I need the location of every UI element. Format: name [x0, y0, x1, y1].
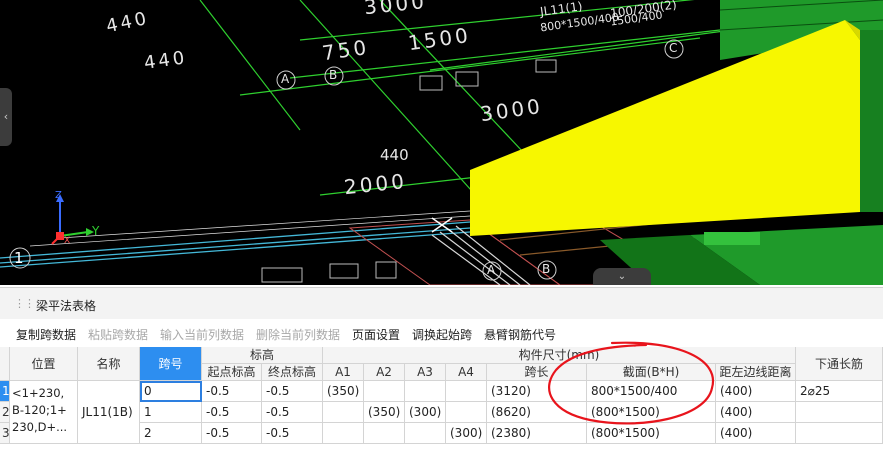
cell-a2[interactable]: [364, 423, 405, 444]
cell-a1[interactable]: [323, 423, 364, 444]
header-through-bar: 下通长筋: [796, 347, 883, 381]
cell-a3[interactable]: (300): [405, 402, 446, 423]
cell-end-elevation[interactable]: -0.5: [262, 381, 323, 402]
cell-a4[interactable]: [446, 402, 487, 423]
beam-table: 位置 名称 跨号 标高 起点标高 终点标高 构件尺寸(mm) A1 A2 A3 …: [0, 347, 883, 459]
axis-label: C: [669, 41, 678, 55]
cell-section[interactable]: 800*1500/400: [587, 381, 716, 402]
header-member-size: 构件尺寸(mm): [323, 347, 796, 364]
cell-end-elevation[interactable]: -0.5: [262, 423, 323, 444]
cell-a1[interactable]: [323, 402, 364, 423]
header-position: 位置: [10, 347, 78, 381]
axis-label: B: [329, 68, 338, 82]
chevron-left-icon: ‹: [3, 110, 9, 123]
panel-header: ⋮⋮ 梁平法表格: [0, 287, 883, 319]
header-section: 截面(B*H): [587, 364, 716, 381]
cell-span-number[interactable]: 1: [140, 402, 202, 423]
axis-label: B: [542, 262, 551, 276]
cell-a2[interactable]: (350): [364, 402, 405, 423]
header-start-elevation: 起点标高: [202, 364, 262, 381]
cell-span-length[interactable]: (3120): [487, 381, 587, 402]
cell-a3[interactable]: [405, 381, 446, 402]
dimension-text: 440: [380, 146, 409, 164]
cell-section[interactable]: (800*1500): [587, 402, 716, 423]
cell-start-elevation[interactable]: -0.5: [202, 381, 262, 402]
cell-edge-distance[interactable]: (400): [716, 381, 796, 402]
cell-position[interactable]: <1+230, B-120;1+ 230,D+...: [10, 381, 78, 444]
row-number[interactable]: 1: [0, 381, 10, 402]
cell-span-number[interactable]: 2: [140, 423, 202, 444]
corner-cell: [0, 347, 10, 381]
header-edge-distance: 距左边线距离: [716, 364, 796, 381]
collapse-left-handle[interactable]: ‹: [0, 88, 12, 146]
header-a1: A1: [323, 364, 364, 381]
row-number[interactable]: 2: [0, 402, 10, 423]
header-a3: A3: [405, 364, 446, 381]
chevron-down-icon: ⌄: [617, 271, 627, 282]
cell-a2[interactable]: [364, 381, 405, 402]
cell-end-elevation[interactable]: -0.5: [262, 402, 323, 423]
header-name: 名称: [78, 347, 140, 381]
viewport-index: 1: [14, 249, 24, 267]
header-span-length: 跨长: [487, 364, 587, 381]
cell-through-bar[interactable]: [796, 423, 883, 444]
header-a4: A4: [446, 364, 487, 381]
header-elevation: 标高: [202, 347, 323, 364]
cell-start-elevation[interactable]: -0.5: [202, 402, 262, 423]
swap-start-span-button[interactable]: 调换起始跨: [412, 326, 472, 343]
paste-span-data-button[interactable]: 粘贴跨数据: [88, 326, 148, 343]
cell-a4[interactable]: [446, 381, 487, 402]
cell-name[interactable]: JL11(1B): [78, 381, 140, 444]
cell-span-length[interactable]: (2380): [487, 423, 587, 444]
collapse-bottom-handle[interactable]: ⌄: [593, 268, 651, 285]
cell-through-bar[interactable]: 2⌀25: [796, 381, 883, 402]
cell-span-number[interactable]: 0: [140, 381, 202, 402]
cell-a1[interactable]: (350): [323, 381, 364, 402]
axis-label: A: [487, 263, 496, 277]
panel-title: 梁平法表格: [36, 299, 97, 313]
header-end-elevation: 终点标高: [262, 364, 323, 381]
axis-label: A: [281, 72, 290, 86]
cantilever-rebar-code-button[interactable]: 悬臂钢筋代号: [484, 326, 556, 343]
row-number[interactable]: 3: [0, 423, 10, 444]
y-axis-label: Y: [92, 224, 100, 238]
table-toolbar: 复制跨数据 粘贴跨数据 输入当前列数据 删除当前列数据 页面设置 调换起始跨 悬…: [0, 320, 883, 346]
copy-span-data-button[interactable]: 复制跨数据: [16, 326, 76, 343]
cell-a4[interactable]: (300): [446, 423, 487, 444]
drag-grip-icon[interactable]: ⋮⋮: [14, 297, 35, 311]
cell-edge-distance[interactable]: (400): [716, 402, 796, 423]
cell-span-length[interactable]: (8620): [487, 402, 587, 423]
cell-a3[interactable]: [405, 423, 446, 444]
page-setup-button[interactable]: 页面设置: [352, 326, 400, 343]
cell-section[interactable]: (800*1500): [587, 423, 716, 444]
x-axis-label: X: [64, 236, 71, 246]
input-current-column-button[interactable]: 输入当前列数据: [160, 326, 244, 343]
header-a2: A2: [364, 364, 405, 381]
z-axis-label: Z: [55, 190, 62, 201]
cad-viewport[interactable]: 440 440 750 1500 3000 3000 440 2000 JL11…: [0, 0, 883, 285]
delete-current-column-button[interactable]: 删除当前列数据: [256, 326, 340, 343]
cell-start-elevation[interactable]: -0.5: [202, 423, 262, 444]
cell-edge-distance[interactable]: (400): [716, 423, 796, 444]
header-span-number[interactable]: 跨号: [140, 347, 202, 381]
cell-through-bar[interactable]: [796, 402, 883, 423]
